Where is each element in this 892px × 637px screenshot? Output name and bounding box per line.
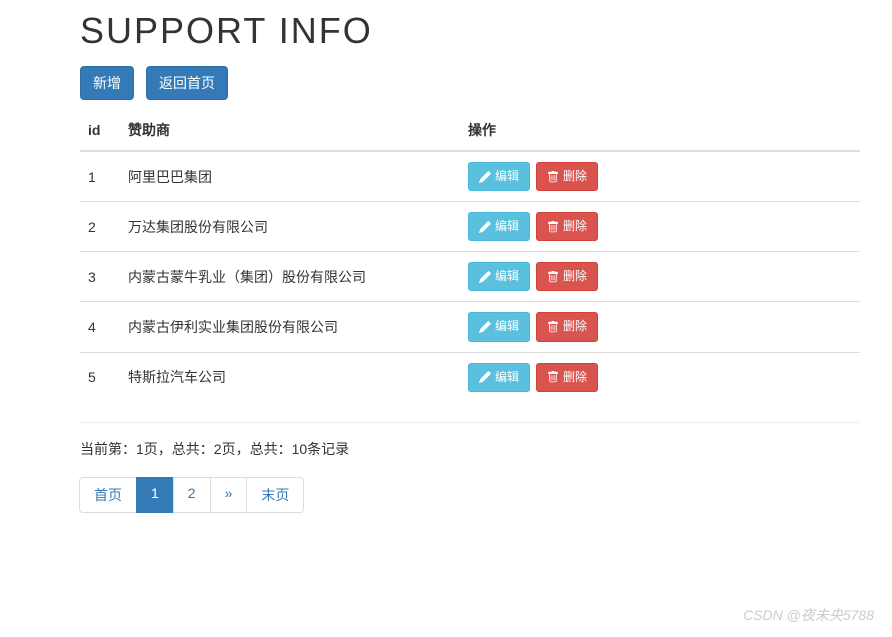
delete-button[interactable]: 删除: [536, 162, 598, 191]
page-last-link[interactable]: 末页: [247, 478, 303, 512]
cell-sponsor: 特斯拉汽车公司: [120, 352, 460, 402]
table-row: 2万达集团股份有限公司 编辑 删除: [80, 202, 860, 252]
delete-label: 删除: [563, 268, 587, 285]
page-2: 2: [173, 477, 211, 513]
page-2-link[interactable]: 2: [174, 478, 210, 508]
page-next: »: [210, 477, 248, 513]
page-next-link[interactable]: »: [211, 478, 247, 508]
cell-actions: 编辑 删除: [460, 151, 860, 202]
page-1: 1: [136, 477, 174, 513]
cell-id: 4: [80, 302, 120, 352]
delete-label: 删除: [563, 369, 587, 386]
cell-actions: 编辑 删除: [460, 252, 860, 302]
page-last: 末页: [246, 477, 304, 513]
add-button[interactable]: 新增: [80, 66, 134, 100]
table-row: 3内蒙古蒙牛乳业（集团）股份有限公司 编辑 删除: [80, 252, 860, 302]
cell-id: 1: [80, 151, 120, 202]
pencil-icon: [479, 321, 491, 333]
trash-icon: [547, 371, 559, 383]
page-first-link[interactable]: 首页: [80, 478, 136, 512]
pencil-icon: [479, 171, 491, 183]
delete-label: 删除: [563, 168, 587, 185]
cell-sponsor: 阿里巴巴集团: [120, 151, 460, 202]
col-id-header: id: [80, 110, 120, 151]
cell-actions: 编辑 删除: [460, 352, 860, 402]
pagination: 首页12»末页: [80, 477, 860, 513]
toolbar: 新增 返回首页: [80, 66, 860, 100]
delete-button[interactable]: 删除: [536, 312, 598, 341]
cell-sponsor: 内蒙古蒙牛乳业（集团）股份有限公司: [120, 252, 460, 302]
trash-icon: [547, 271, 559, 283]
pagination-info: 当前第：1页，总共：2页，总共：10条记录: [80, 439, 860, 459]
trash-icon: [547, 171, 559, 183]
cell-id: 2: [80, 202, 120, 252]
cell-sponsor: 万达集团股份有限公司: [120, 202, 460, 252]
trash-icon: [547, 221, 559, 233]
trash-icon: [547, 321, 559, 333]
table-row: 5特斯拉汽车公司 编辑 删除: [80, 352, 860, 402]
edit-button[interactable]: 编辑: [468, 363, 530, 392]
col-sponsor-header: 赞助商: [120, 110, 460, 151]
page-first: 首页: [79, 477, 137, 513]
table-row: 4内蒙古伊利实业集团股份有限公司 编辑 删除: [80, 302, 860, 352]
col-actions-header: 操作: [460, 110, 860, 151]
sponsor-table: id 赞助商 操作 1阿里巴巴集团编辑删除2万达集团股份有限公司编辑删除3内蒙古…: [80, 110, 860, 402]
divider: [80, 422, 860, 423]
edit-button[interactable]: 编辑: [468, 262, 530, 291]
back-home-button[interactable]: 返回首页: [146, 66, 228, 100]
delete-button[interactable]: 删除: [536, 212, 598, 241]
delete-label: 删除: [563, 218, 587, 235]
edit-label: 编辑: [495, 369, 519, 386]
cell-id: 3: [80, 252, 120, 302]
cell-actions: 编辑 删除: [460, 202, 860, 252]
page-title: SUPPORT INFO: [80, 10, 860, 52]
page-1-link[interactable]: 1: [137, 478, 173, 508]
cell-actions: 编辑 删除: [460, 302, 860, 352]
edit-button[interactable]: 编辑: [468, 162, 530, 191]
edit-button[interactable]: 编辑: [468, 312, 530, 341]
pencil-icon: [479, 271, 491, 283]
delete-label: 删除: [563, 318, 587, 335]
watermark: CSDN @夜未央5788: [743, 605, 874, 625]
edit-label: 编辑: [495, 268, 519, 285]
delete-button[interactable]: 删除: [536, 262, 598, 291]
edit-label: 编辑: [495, 318, 519, 335]
edit-label: 编辑: [495, 168, 519, 185]
edit-button[interactable]: 编辑: [468, 212, 530, 241]
cell-sponsor: 内蒙古伊利实业集团股份有限公司: [120, 302, 460, 352]
pencil-icon: [479, 371, 491, 383]
table-row: 1阿里巴巴集团 编辑 删除: [80, 151, 860, 202]
cell-id: 5: [80, 352, 120, 402]
delete-button[interactable]: 删除: [536, 363, 598, 392]
pencil-icon: [479, 221, 491, 233]
edit-label: 编辑: [495, 218, 519, 235]
